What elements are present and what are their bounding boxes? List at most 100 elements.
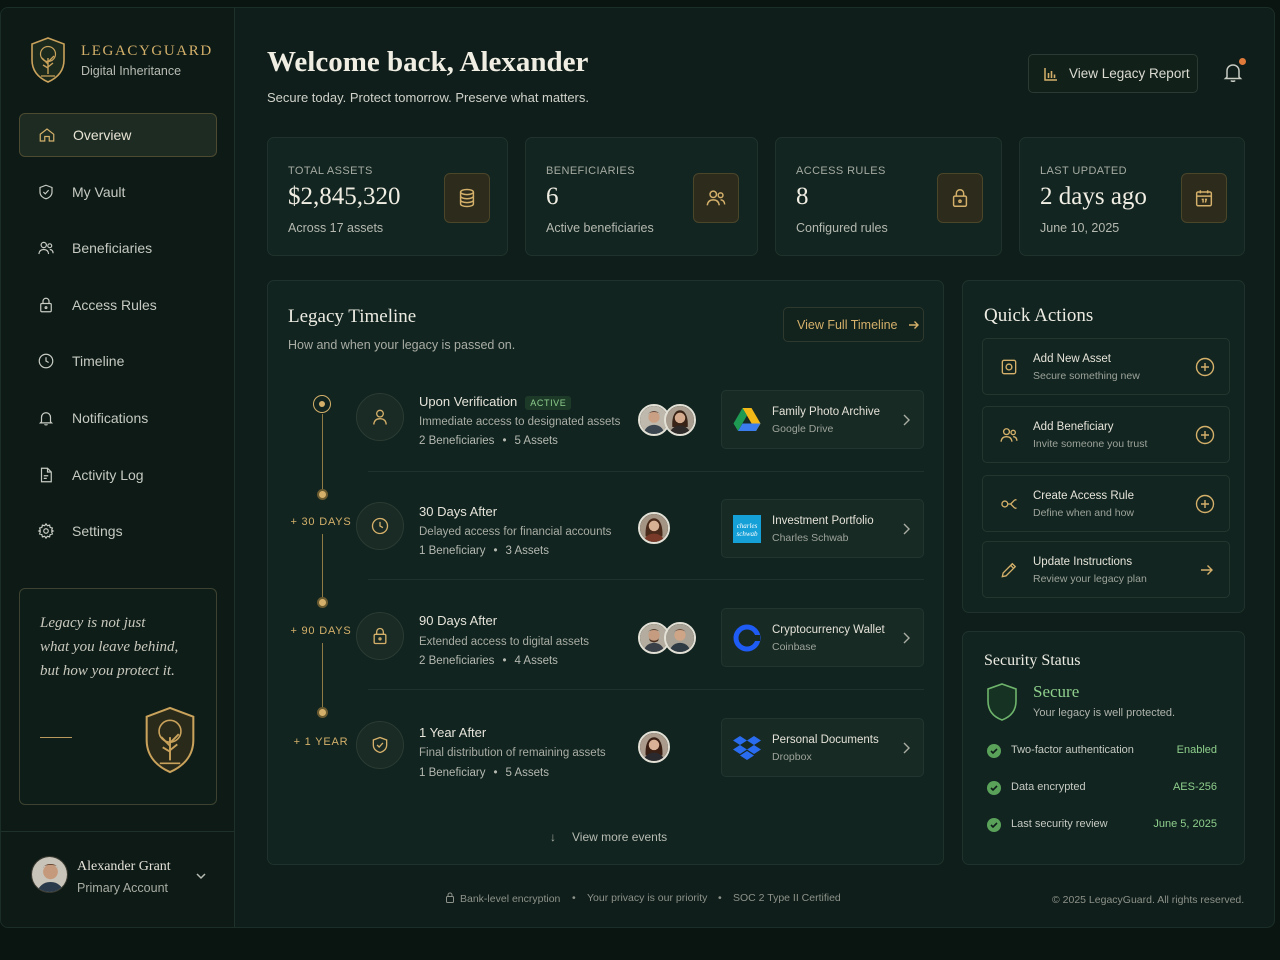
sidebar-item-activity-log[interactable]: Activity Log bbox=[19, 453, 217, 497]
timeline-gap-label: + 90 DAYS bbox=[290, 625, 352, 637]
sidebar-item-label: Timeline bbox=[72, 353, 125, 370]
event-title: Upon Verification bbox=[419, 394, 518, 409]
sidebar-item-notifications[interactable]: Notifications bbox=[19, 396, 217, 440]
quote-divider bbox=[40, 737, 72, 738]
chevron-right-icon bbox=[903, 742, 910, 754]
footer-encryption: Bank-level encryption bbox=[445, 892, 560, 905]
charles-schwab-logo-icon: charles schwab bbox=[732, 514, 762, 544]
stat-card-beneficiaries[interactable]: BENEFICIARIES 6 Active beneficiaries bbox=[525, 137, 758, 256]
sidebar-item-label: Overview bbox=[73, 127, 132, 143]
view-full-timeline-button[interactable]: View Full Timeline bbox=[783, 307, 924, 342]
account-switcher[interactable]: Alexander Grant Primary Account bbox=[1, 831, 234, 927]
sidebar-item-my-vault[interactable]: My Vault bbox=[19, 170, 217, 214]
stat-value: 2 days ago bbox=[1040, 183, 1147, 210]
avatar bbox=[664, 404, 696, 436]
legacy-quote-card: Legacy is not just what you leave behind… bbox=[19, 588, 217, 805]
clock-icon bbox=[38, 354, 54, 369]
security-status-value: Secure bbox=[1033, 682, 1080, 701]
chevron-right-icon bbox=[903, 414, 910, 426]
sidebar-item-beneficiaries[interactable]: Beneficiaries bbox=[19, 226, 217, 270]
stat-card-access-rules[interactable]: ACCESS RULES 8 Configured rules bbox=[775, 137, 1002, 256]
sidebar-item-overview[interactable]: Overview bbox=[19, 113, 217, 157]
beneficiary-avatars[interactable] bbox=[638, 404, 696, 436]
timeline-connector bbox=[322, 534, 323, 598]
footer-certified: SOC 2 Type II Certified bbox=[733, 892, 841, 904]
security-item-review: Last security review June 5, 2025 bbox=[987, 817, 1217, 833]
timeline-node bbox=[317, 597, 328, 608]
event-meta: 1 Beneficiary • 3 Assets bbox=[419, 545, 549, 557]
view-legacy-report-button[interactable]: View Legacy Report bbox=[1028, 54, 1198, 93]
users-icon bbox=[1000, 428, 1018, 442]
bar-chart-icon bbox=[1044, 67, 1057, 81]
asset-card[interactable]: Cryptocurrency Wallet Coinbase bbox=[721, 608, 924, 667]
coinbase-icon bbox=[732, 623, 762, 653]
brand[interactable]: LEGACYGUARD Digital Inheritance bbox=[29, 36, 213, 84]
footer-separator: • bbox=[572, 892, 576, 904]
sidebar-item-label: Activity Log bbox=[72, 466, 144, 483]
security-item-encryption: Data encrypted AES-256 bbox=[987, 780, 1217, 796]
sidebar-item-settings[interactable]: Settings bbox=[19, 509, 217, 553]
pencil-icon bbox=[1001, 562, 1017, 578]
stat-value: 8 bbox=[796, 183, 809, 210]
quick-actions-panel: Quick Actions Add New Asset Secure somet… bbox=[962, 280, 1245, 613]
avatar bbox=[638, 512, 670, 544]
check-circle-icon bbox=[987, 744, 1001, 758]
beneficiary-avatars[interactable] bbox=[638, 512, 670, 544]
plus-circle-icon bbox=[1195, 425, 1215, 445]
event-description: Extended access to digital assets bbox=[419, 636, 590, 648]
document-icon bbox=[40, 467, 52, 482]
footer-separator: • bbox=[718, 892, 722, 904]
lock-icon bbox=[446, 892, 454, 903]
chevron-down-icon bbox=[196, 873, 206, 880]
view-more-events-link[interactable]: ↓ View more events bbox=[550, 830, 667, 844]
footer-privacy: Your privacy is our priority bbox=[587, 892, 708, 904]
google-drive-icon bbox=[732, 405, 762, 435]
create-access-rule-button[interactable]: Create Access Rule Define when and how bbox=[982, 475, 1230, 532]
main-content: Welcome back, Alexander Secure today. Pr… bbox=[235, 8, 1274, 927]
sidebar-item-access-rules[interactable]: Access Rules bbox=[19, 283, 217, 327]
security-item-2fa: Two-factor authentication Enabled bbox=[987, 743, 1217, 759]
legacy-quote: Legacy is not just what you leave behind… bbox=[40, 615, 179, 679]
dropbox-icon bbox=[732, 733, 762, 763]
beneficiary-avatars[interactable] bbox=[638, 622, 696, 654]
event-meta: 1 Beneficiary • 5 Assets bbox=[419, 767, 549, 779]
stat-card-total-assets[interactable]: TOTAL ASSETS $2,845,320 Across 17 assets bbox=[267, 137, 508, 256]
row-divider bbox=[368, 579, 924, 580]
timeline-connector bbox=[322, 643, 323, 707]
page-tagline: Secure today. Protect tomorrow. Preserve… bbox=[267, 90, 589, 105]
sidebar-item-timeline[interactable]: Timeline bbox=[19, 339, 217, 383]
timeline-gap-label: + 1 YEAR bbox=[293, 736, 349, 748]
lock-icon bbox=[40, 297, 52, 313]
stat-card-last-updated[interactable]: LAST UPDATED 2 days ago June 10, 2025 bbox=[1019, 137, 1245, 256]
plus-circle-icon bbox=[1195, 494, 1215, 514]
avatar bbox=[664, 622, 696, 654]
update-instructions-button[interactable]: Update Instructions Review your legacy p… bbox=[982, 541, 1230, 598]
user-icon bbox=[356, 393, 404, 441]
timeline-subtitle: How and when your legacy is passed on. bbox=[288, 338, 516, 352]
event-title: 30 Days After bbox=[419, 504, 498, 519]
notification-badge bbox=[1239, 58, 1246, 65]
timeline-node bbox=[317, 707, 328, 718]
add-new-asset-button[interactable]: Add New Asset Secure something new bbox=[982, 338, 1230, 395]
row-divider bbox=[368, 689, 924, 690]
shield-check-icon bbox=[356, 721, 404, 769]
event-title: 1 Year After bbox=[419, 725, 487, 740]
database-icon bbox=[444, 173, 490, 223]
user-role: Primary Account bbox=[77, 881, 169, 895]
add-beneficiary-button[interactable]: Add Beneficiary Invite someone you trust bbox=[982, 406, 1230, 463]
event-description: Delayed access for financial accounts bbox=[419, 526, 612, 538]
timeline-title: Legacy Timeline bbox=[288, 306, 417, 327]
users-icon bbox=[38, 241, 54, 255]
beneficiary-avatars[interactable] bbox=[638, 731, 670, 763]
asset-card[interactable]: charles schwab Investment Portfolio Char… bbox=[721, 499, 924, 558]
user-name: Alexander Grant bbox=[77, 859, 171, 874]
row-divider bbox=[368, 471, 924, 472]
avatar bbox=[31, 856, 68, 893]
home-icon bbox=[39, 128, 55, 142]
legacy-timeline-panel: Legacy Timeline How and when your legacy… bbox=[267, 280, 944, 865]
asset-card[interactable]: Family Photo Archive Google Drive bbox=[721, 390, 924, 449]
check-circle-icon bbox=[987, 818, 1001, 832]
asset-card[interactable]: Personal Documents Dropbox bbox=[721, 718, 924, 777]
brand-tagline: Digital Inheritance bbox=[81, 63, 182, 78]
arrow-right-icon bbox=[908, 320, 919, 329]
